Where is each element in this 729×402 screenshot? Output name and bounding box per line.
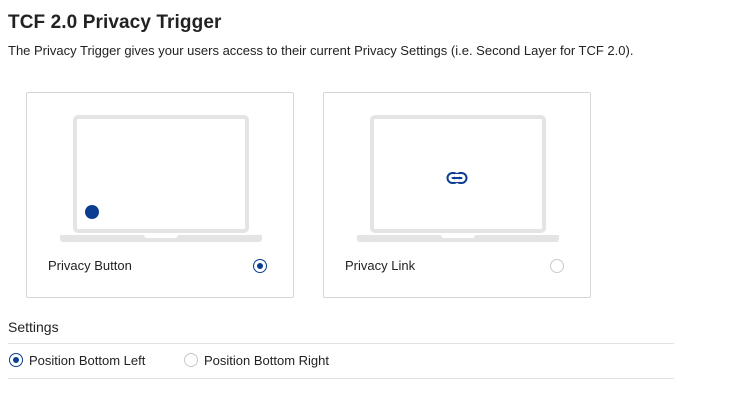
- privacy-button-label: Privacy Button: [48, 258, 132, 273]
- laptop-illustration-base: [60, 235, 262, 242]
- laptop-notch: [441, 235, 475, 238]
- privacy-button-option-card[interactable]: Privacy Button: [26, 92, 294, 298]
- page-title: TCF 2.0 Privacy Trigger: [8, 12, 222, 33]
- position-bottom-right-option[interactable]: Position Bottom Right: [184, 352, 329, 368]
- page-description: The Privacy Trigger gives your users acc…: [8, 43, 634, 58]
- position-bottom-right-radio[interactable]: [184, 353, 198, 367]
- laptop-notch: [144, 235, 178, 238]
- laptop-illustration-base: [357, 235, 559, 242]
- privacy-link-label: Privacy Link: [345, 258, 416, 273]
- laptop-illustration-screen: [73, 115, 249, 233]
- privacy-link-radio[interactable]: [550, 259, 564, 273]
- position-bottom-left-option[interactable]: Position Bottom Left: [9, 352, 145, 368]
- privacy-button-radio[interactable]: [253, 259, 267, 273]
- position-bottom-right-label: Position Bottom Right: [204, 352, 330, 368]
- position-bottom-left-label: Position Bottom Left: [29, 352, 146, 368]
- link-icon: [446, 172, 468, 184]
- divider: [8, 343, 674, 344]
- laptop-illustration-screen: [370, 115, 546, 233]
- privacy-link-option-card[interactable]: Privacy Link: [323, 92, 591, 298]
- divider: [8, 378, 674, 379]
- position-bottom-left-radio[interactable]: [9, 353, 23, 367]
- dot-button-icon: [85, 205, 99, 219]
- settings-heading: Settings: [8, 319, 59, 335]
- privacy-trigger-page: TCF 2.0 Privacy Trigger The Privacy Trig…: [0, 0, 729, 402]
